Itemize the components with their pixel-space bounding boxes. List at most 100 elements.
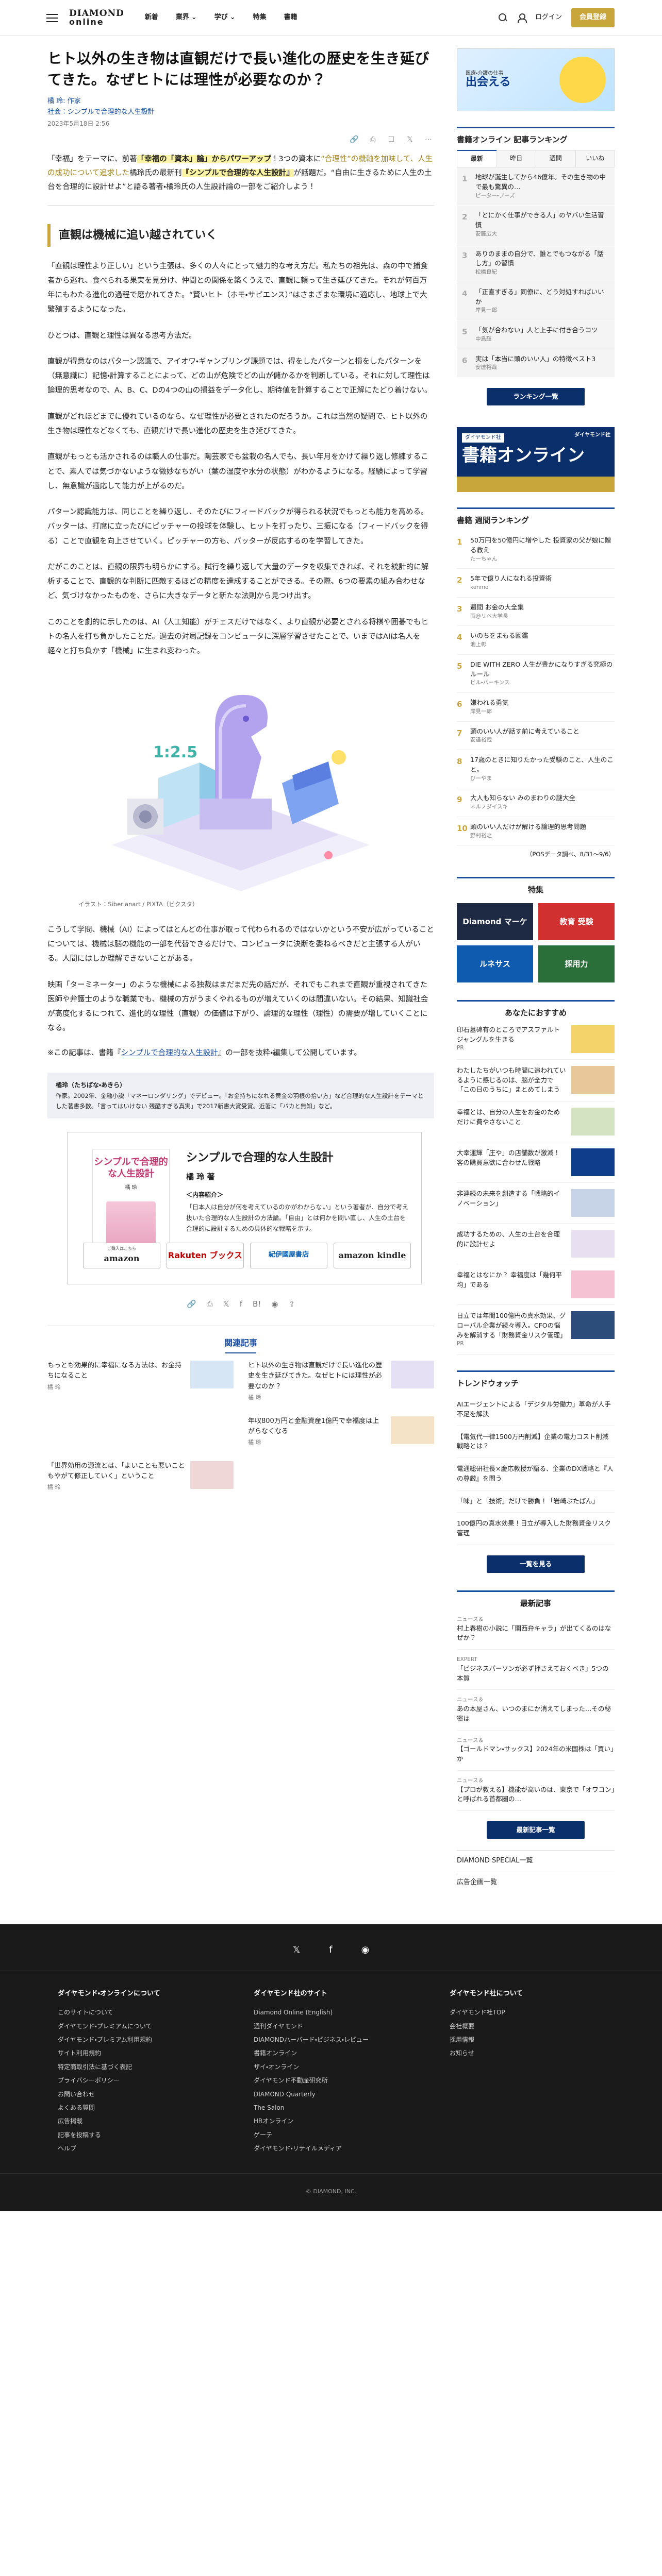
recommend-item[interactable]: 幸福とは、自分の人生をお金のためだけに費やさないこと (457, 1101, 615, 1143)
footer-link[interactable]: 会社概要 (450, 2020, 604, 2033)
footer-link[interactable]: お問い合わせ (58, 2088, 212, 2101)
footer-link[interactable]: サイト利用規約 (58, 2046, 212, 2060)
print-icon[interactable]: ⎙ (207, 1298, 213, 1310)
weekly-item[interactable]: 4 いのちをまもる図鑑 池上彰 (457, 626, 615, 655)
nav-item-feature[interactable]: 特集 (253, 12, 267, 23)
bookmark-icon[interactable]: ☐ (386, 134, 397, 145)
recommend-item[interactable]: 成功するための、人生の土台を合理的に設計せよ (457, 1224, 615, 1265)
related-item[interactable]: 「世界効用の源流とは、「よいことも悪いこともやがて修正していく」ということ橘 玲 (47, 1461, 234, 1492)
footer-link[interactable]: ダイヤモンド社TOP (450, 2006, 604, 2019)
footer-link[interactable]: ザイ・オンライン (254, 2060, 408, 2074)
feature-card[interactable]: Diamond マーケ (457, 903, 533, 940)
feature-card[interactable]: 教育 受験 (538, 903, 615, 940)
trend-item[interactable]: 100億円の真水効果！日立が導入した財務資金リスク管理 (457, 1513, 615, 1545)
recommend-item[interactable]: 日立では年間100億円の真水効果、グローバル企業が続々導入。CFOの悩みを解消す… (457, 1305, 615, 1355)
footer-link[interactable]: 特定商取引法に基づく表記 (58, 2060, 212, 2074)
tab-latest[interactable]: 最新 (457, 150, 497, 167)
author-link[interactable]: 橘 玲: 作家 (47, 96, 434, 107)
ad-banner-books[interactable]: ダイヤモンド社 ダイヤモンド社 書籍オンライン (457, 427, 615, 493)
footer-link[interactable]: このサイトについて (58, 2006, 212, 2019)
nav-item-industry[interactable]: 業界 ⌄ (176, 12, 197, 23)
ranking-item[interactable]: 6 実は「本当に頭のいい人」の特徴ベスト3 安達裕哉 (457, 349, 615, 378)
footer-link[interactable]: The Salon (254, 2101, 408, 2114)
special-link[interactable]: DIAMOND SPECIAL一覧 (457, 1850, 615, 1872)
menu-icon[interactable] (46, 13, 58, 22)
related-item[interactable]: 年収800万円と金融資産1億円で幸福度は上がらなくなる橘 玲 (248, 1416, 434, 1447)
footer-link[interactable]: HRオンライン (254, 2114, 408, 2128)
ranking-item[interactable]: 3 ありのままの自分で、誰とでもつながる「話し方」の習慣 松橋良紀 (457, 244, 615, 282)
related-item[interactable]: もっとも効果的に幸福になる方法は、お金持ちになること橘 玲 (47, 1361, 234, 1401)
footer-link[interactable]: よくある質問 (58, 2101, 212, 2114)
weekly-item[interactable]: 3 週間 お金の大全集 両@リベ大学長 (457, 598, 615, 626)
weekly-item[interactable]: 8 17歳のときに知りたかった受験のこと、人生のこと。 びーやま (457, 750, 615, 789)
footer-link[interactable]: ダイヤモンド不動産研究所 (254, 2074, 408, 2087)
latest-more-button[interactable]: 最新記事一覧 (487, 1821, 585, 1839)
shop-amazon-button[interactable]: ご購入はこちら amazon (83, 1242, 160, 1268)
weekly-item[interactable]: 5 DIE WITH ZERO 人生が豊かになりすぎる究極のルール ビル・パーキンス (457, 655, 615, 693)
ad-plan-link[interactable]: 広告企画一覧 (457, 1871, 615, 1893)
ranking-item[interactable]: 1 地球が誕生してから46億年。その生き物の中で最も驚異の… ピーター・ブーズ (457, 167, 615, 206)
trend-item[interactable]: 電通総研社長×慶応教授が語る、企業のDX戦略と『人の尊厳』を問う (457, 1458, 615, 1490)
facebook-icon[interactable]: f (329, 1943, 332, 1958)
footer-link[interactable]: 書籍オンライン (254, 2046, 408, 2060)
login-link[interactable]: ログイン (535, 12, 562, 23)
footer-link[interactable]: お知らせ (450, 2046, 604, 2060)
related-item[interactable]: ヒト以外の生き物は直観だけで長い進化の歴史を生き延びてきた。なぜヒトには理性が必… (248, 1361, 434, 1401)
ranking-item[interactable]: 2 「とにかく仕事ができる人」のヤバい生活習慣 安藤広大 (457, 206, 615, 244)
footer-link[interactable]: 記事を投稿する (58, 2128, 212, 2142)
footer-link[interactable]: ダイヤモンド・プレミアム利用規約 (58, 2033, 212, 2046)
ad-banner-top[interactable]: 医療・介護の仕事 出会える (457, 48, 615, 111)
recommend-item[interactable]: 非連続の未来を創造する「戦略的イノベーション」 (457, 1183, 615, 1224)
nav-item-books[interactable]: 書籍 (284, 12, 297, 23)
x-icon[interactable]: 𝕏 (404, 134, 416, 145)
x-icon[interactable]: 𝕏 (223, 1298, 229, 1310)
search-icon[interactable] (498, 13, 507, 22)
ranking-more-button[interactable]: ランキング一覧 (487, 388, 585, 406)
feature-card[interactable]: ルネサス (457, 945, 533, 982)
trend-item[interactable]: 【電気代一律1500万円削減】企業の電力コスト削減戦略とは？ (457, 1426, 615, 1459)
share-icon[interactable]: ⇪ (288, 1298, 295, 1310)
link-icon[interactable]: 🔗 (187, 1298, 196, 1310)
x-icon[interactable]: 𝕏 (293, 1943, 301, 1958)
footer-link[interactable]: ヘルプ (58, 2142, 212, 2155)
weekly-item[interactable]: 2 5年で億り人になれる投資術 kenmo (457, 569, 615, 598)
footer-link[interactable]: 週刊ダイヤモンド (254, 2020, 408, 2033)
weekly-item[interactable]: 1 50万円を50億円に増やした 投資家の父が娘に贈る教え たーちゃん (457, 531, 615, 569)
latest-item[interactable]: ニュース＆ 村上春樹の小説に「関西弁キャラ」が出てくるのはなぜか？ (457, 1609, 615, 1650)
nav-item-new[interactable]: 新着 (145, 12, 158, 23)
register-button[interactable]: 会員登録 (571, 8, 615, 27)
footer-link[interactable]: 広告掲載 (58, 2114, 212, 2128)
book-link[interactable]: 社会：シンプルで合理的な人生設計 (47, 107, 434, 118)
recommend-item[interactable]: わたしたちがいつも時間に追われているように感じるのは、脳が全力で「この日のうちに… (457, 1060, 615, 1102)
tab-likes[interactable]: いいね (575, 150, 615, 167)
ranking-item[interactable]: 4 「正直すぎる」同僚に、どう対処すればいいか 岸見一郎 (457, 282, 615, 321)
book-title-link[interactable]: シンプルで合理的な人生設計 (121, 1049, 218, 1057)
shop-kinokuniya-button[interactable]: 紀伊國屋書店 (250, 1242, 327, 1268)
site-logo[interactable]: DIAMOND online (69, 9, 124, 26)
more-icon[interactable]: ⋯ (423, 134, 434, 145)
rss-icon[interactable]: ◉ (361, 1943, 370, 1958)
footer-link[interactable]: DIAMOND Quarterly (254, 2088, 408, 2101)
footer-link[interactable]: ダイヤモンド・プレミアムについて (58, 2020, 212, 2033)
trend-more-button[interactable]: 一覧を見る (487, 1555, 585, 1573)
ranking-item[interactable]: 5 「気が合わない」人と上手に付き合うコツ 中島輝 (457, 320, 615, 349)
footer-link[interactable]: ゲーテ (254, 2128, 408, 2142)
footer-link[interactable]: ダイヤモンド・リテイルメディア (254, 2142, 408, 2155)
footer-link[interactable]: Diamond Online (English) (254, 2006, 408, 2019)
recommend-item[interactable]: 印石墓碑有のところでアスファルトジャングルを生きる PR (457, 1019, 615, 1060)
footer-link[interactable]: DIAMONDハーバード・ビジネス・レビュー (254, 2033, 408, 2046)
link-icon[interactable]: 🔗 (349, 134, 360, 145)
latest-item[interactable]: ニュース＆ 【プロが教える】機能が高いのは、東京で「オワコン」と呼ばれる首都圏の… (457, 1771, 615, 1811)
recommend-item[interactable]: 大幸運輝「庄や」の店舗数が激減！客の購買意欲に合わせた戦略 (457, 1142, 615, 1183)
weekly-item[interactable]: 6 嫌われる勇気 岸見一郎 (457, 693, 615, 722)
shop-kindle-button[interactable]: amazon kindle (334, 1242, 411, 1268)
recommend-item[interactable]: 幸福とはなにか？ 幸福度は「幾何平均」である (457, 1264, 615, 1306)
latest-item[interactable]: ニュース＆ 【ゴールドマン・サックス】2024年の米国株は「買い」か (457, 1731, 615, 1771)
feature-card[interactable]: 採用力 (538, 945, 615, 982)
print-icon[interactable]: ⎙ (367, 134, 378, 145)
shop-rakuten-button[interactable]: Rakuten ブックス (167, 1242, 244, 1268)
weekly-item[interactable]: 10 頭のいい人だけが解ける論理的思考問題 野村裕之 (457, 817, 615, 846)
trend-item[interactable]: AIエージェントによる「デジタル労働力」革命が人手不足を解決 (457, 1394, 615, 1426)
footer-link[interactable]: プライバシーポリシー (58, 2074, 212, 2087)
trend-item[interactable]: 「味」と「技術」だけで勝負！「岩崎ぶたぱん」 (457, 1490, 615, 1513)
